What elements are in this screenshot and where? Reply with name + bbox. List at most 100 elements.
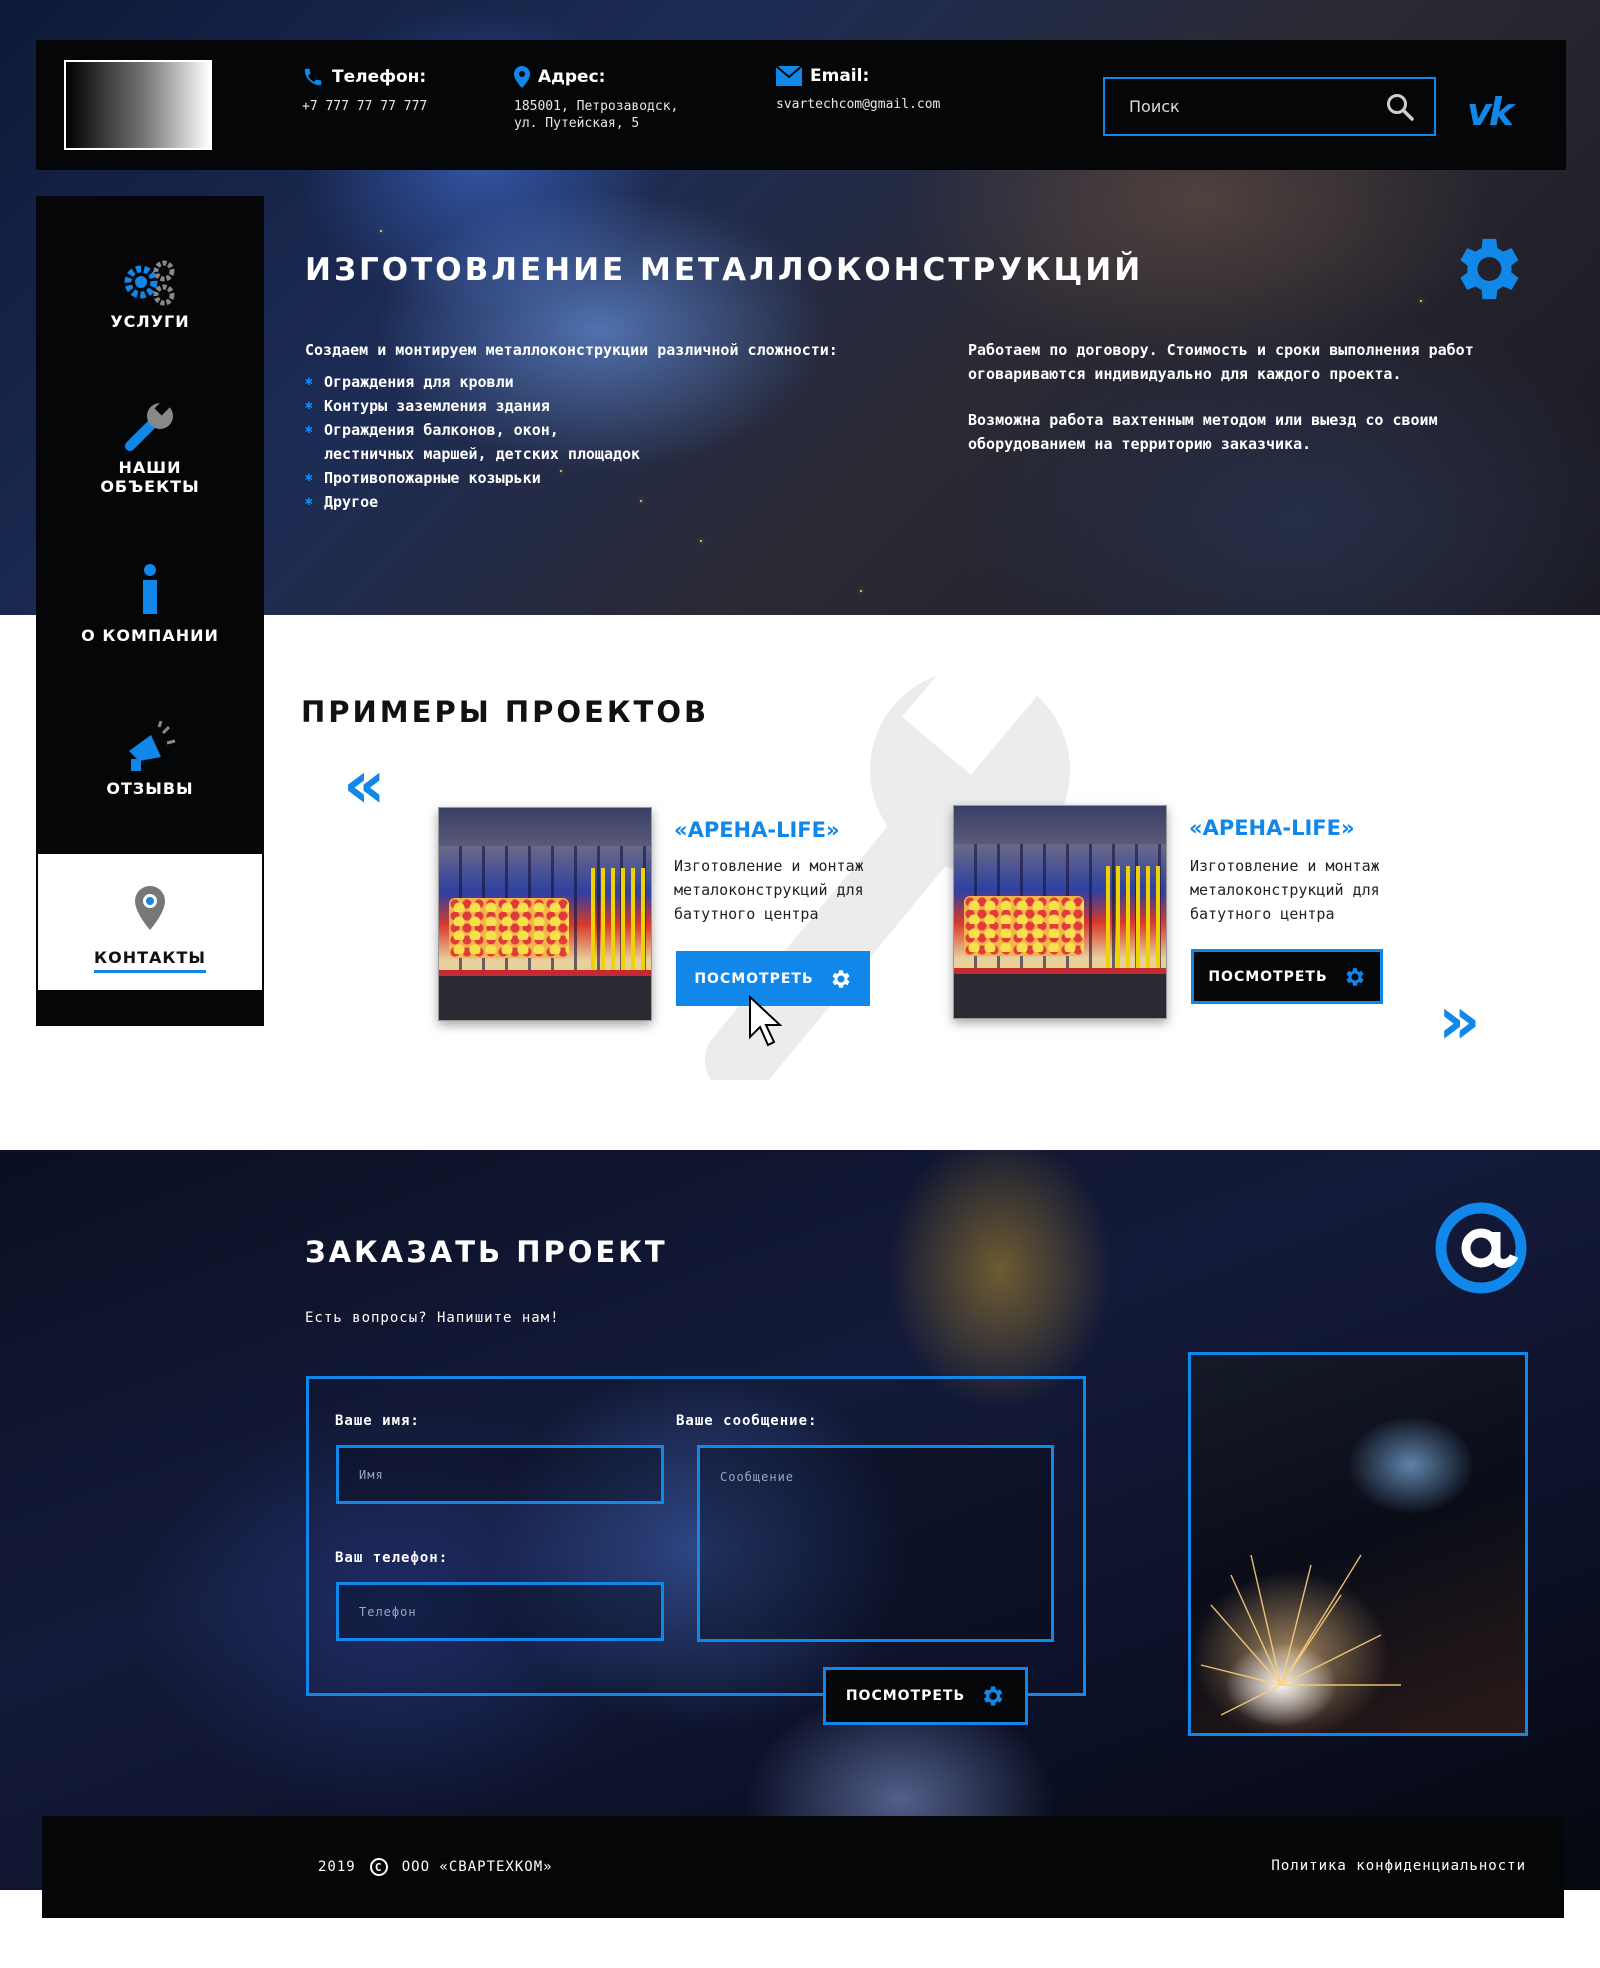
hero-terms-p1: Работаем по договору. Стоимость и сроки …	[968, 341, 1474, 383]
bullet-gear-icon: ✱	[305, 374, 313, 389]
order-section: ЗАКАЗАТЬ ПРОЕКТ Есть вопросы? Напишите н…	[0, 1150, 1600, 1890]
name-placeholder: Имя	[359, 1467, 384, 1482]
list-item: ✱ Противопожарные козырьки	[305, 466, 905, 490]
sidebar-item-contacts[interactable]: КОНТАКТЫ	[36, 852, 264, 992]
address-block: Адрес: 185001, Петрозаводск, ул. Путейск…	[514, 66, 678, 132]
next-arrow-button[interactable]: »	[1438, 988, 1481, 1054]
sparks-graphic	[1200, 1554, 1401, 1716]
at-sign-icon	[1435, 1202, 1527, 1294]
email-title: Email:	[810, 66, 870, 86]
bullet-gear-icon: ✱	[305, 398, 313, 413]
prev-arrow-button[interactable]: «	[343, 752, 386, 818]
wrench-icon	[125, 398, 173, 451]
project-view-button[interactable]: ПОСМОТРЕТЬ	[1191, 949, 1383, 1004]
message-textarea[interactable]: Сообщение	[697, 1445, 1054, 1642]
address-line1: 185001, Петрозаводск,	[514, 99, 679, 114]
footer: 2019 C ООО «СВАРТЕХКОМ» Политика конфиде…	[42, 1816, 1564, 1918]
bullet-gear-icon: ✱	[305, 470, 313, 485]
hero-services: Создаем и монтируем металлоконструкции р…	[305, 340, 905, 514]
spark	[700, 540, 702, 542]
list-item-text: Контуры заземления здания	[324, 397, 550, 415]
megaphone-icon	[129, 720, 176, 771]
phone-placeholder: Телефон	[359, 1604, 417, 1619]
button-label: ПОСМОТРЕТЬ	[1208, 968, 1328, 985]
submit-button[interactable]: ПОСМОТРЕТЬ	[823, 1667, 1028, 1725]
footer-copyright: 2019 C ООО «СВАРТЕХКОМ»	[318, 1858, 553, 1876]
project-name: «АРЕНА-LIFE»	[1189, 816, 1355, 840]
footer-year: 2019	[318, 1859, 356, 1875]
phone-label: Ваш телефон:	[335, 1550, 449, 1566]
spark	[380, 230, 382, 232]
project-description: Изготовление и монтаж металоконструкций …	[1190, 857, 1380, 923]
sidebar-item-label: О КОМПАНИИ	[81, 626, 219, 645]
message-placeholder: Сообщение	[720, 1470, 795, 1484]
phone-icon	[304, 68, 322, 86]
list-item: ✱ Ограждения для кровли	[305, 370, 905, 394]
sidebar-item-label: НАШИ ОБЪЕКТЫ	[100, 458, 200, 496]
list-item: ✱ Другое	[305, 490, 905, 514]
hero-terms-p2: Возможна работа вахтенным методом или вы…	[968, 411, 1438, 453]
hero-intro: Создаем и монтируем металлоконструкции р…	[305, 341, 838, 359]
gear-icon	[1460, 238, 1519, 300]
bullet-gear-icon: ✱	[305, 494, 313, 509]
address-title: Адрес:	[538, 67, 606, 87]
projects-title: ПРИМЕРЫ ПРОЕКТОВ	[301, 695, 710, 729]
email-value[interactable]: svartechcom@gmail.com	[776, 96, 940, 113]
services-list: ✱ Ограждения для кровли ✱ Контуры заземлен…	[305, 370, 905, 514]
spark	[1420, 300, 1422, 302]
address-line2: ул. Путейская, 5	[514, 116, 640, 131]
search-input[interactable]: Поиск	[1103, 77, 1436, 136]
list-item: ✱ Контуры заземления здания	[305, 394, 905, 418]
privacy-link[interactable]: Политика конфиденциальности	[1271, 1858, 1526, 1874]
sidebar-item-about[interactable]: О КОМПАНИИ	[36, 564, 264, 645]
logo[interactable]	[64, 60, 212, 150]
address-value: 185001, Петрозаводск, ул. Путейская, 5	[514, 98, 678, 132]
bullet-gear-icon: ✱	[305, 422, 313, 437]
list-item: ✱ Ограждения балконов, окон,	[305, 418, 905, 442]
hero-title: ИЗГОТОВЛЕНИЕ МЕТАЛЛОКОНСТРУКЦИЙ	[305, 252, 1144, 288]
sidebar-item-label: УСЛУГИ	[110, 312, 190, 331]
copyright-icon: C	[369, 1858, 388, 1876]
mouse-cursor-icon	[749, 995, 782, 1047]
order-subtitle: Есть вопросы? Напишите нам!	[305, 1310, 560, 1326]
button-label: ПОСМОТРЕТЬ	[694, 970, 814, 987]
gear-icon	[984, 1686, 1003, 1706]
gear-icon	[1346, 967, 1364, 986]
email-block: Email: svartechcom@gmail.com	[776, 66, 940, 113]
top-bar: Телефон: +7 777 77 77 777 Адрес: 185001,…	[36, 40, 1566, 170]
info-icon	[143, 564, 157, 614]
sidebar-item-reviews[interactable]: ОТЗЫВЫ	[36, 720, 264, 798]
name-label: Ваше имя:	[335, 1413, 420, 1429]
welding-photo	[1188, 1352, 1528, 1736]
message-label: Ваше сообщение:	[676, 1413, 818, 1429]
sidebar-nav: УСЛУГИ НАШИ ОБЪЕКТЫ О КОМПАНИИ ОТЗЫВЫ КО…	[36, 196, 264, 1026]
project-name: «АРЕНА-LIFE»	[674, 818, 840, 842]
envelope-icon	[776, 66, 802, 86]
search-placeholder: Поиск	[1129, 97, 1180, 116]
spark	[860, 590, 862, 592]
sidebar-item-label: КОНТАКТЫ	[94, 948, 206, 973]
phone-input[interactable]: Телефон	[336, 1582, 664, 1641]
project-image[interactable]	[953, 805, 1167, 1019]
project-description: Изготовление и монтаж металоконструкций …	[674, 857, 864, 923]
list-item-text: Ограждения для кровли	[324, 373, 514, 391]
list-item: лестничных маршей, детских площадок	[305, 442, 905, 466]
list-item-text: Противопожарные козырьки	[324, 469, 541, 487]
phone-title: Телефон:	[332, 67, 427, 87]
gears-icon	[124, 260, 175, 306]
list-item-text: Другое	[324, 493, 379, 511]
location-pin-icon	[135, 886, 165, 930]
phone-value[interactable]: +7 777 77 77 777	[302, 98, 427, 115]
list-item-text: лестничных маршей, детских площадок	[324, 445, 641, 463]
list-item-text: Ограждения балконов, окон,	[324, 421, 559, 439]
sidebar-item-services[interactable]: УСЛУГИ	[36, 258, 264, 331]
vk-icon[interactable]: vk	[1467, 90, 1514, 134]
button-label: ПОСМОТРЕТЬ	[845, 1688, 966, 1704]
footer-company: ООО «СВАРТЕХКОМ»	[401, 1859, 553, 1875]
sidebar-item-objects[interactable]: НАШИ ОБЪЕКТЫ	[36, 398, 264, 496]
search-icon[interactable]	[1386, 93, 1414, 121]
gear-icon	[832, 969, 850, 988]
name-input[interactable]: Имя	[336, 1445, 664, 1504]
project-image[interactable]	[438, 807, 652, 1021]
order-title: ЗАКАЗАТЬ ПРОЕКТ	[305, 1235, 668, 1269]
